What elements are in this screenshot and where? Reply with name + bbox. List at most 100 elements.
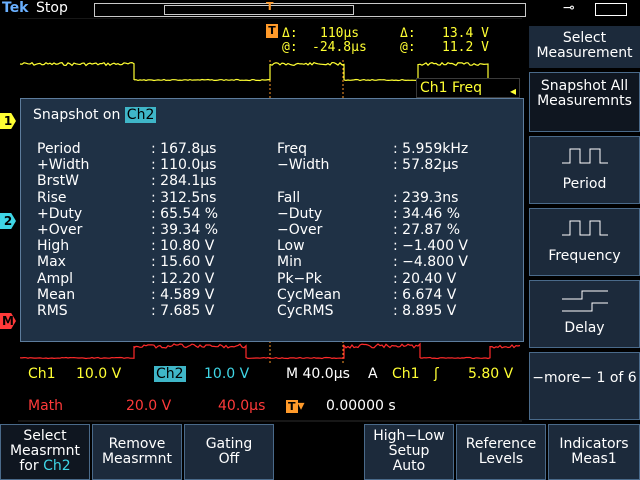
bm1-line2: Measrmnt xyxy=(101,451,173,467)
meas-value: : 39.34 % xyxy=(151,222,218,238)
meas-label: CycMean xyxy=(277,286,341,303)
meas-value: : 8.895 V xyxy=(393,303,457,319)
brand-text: Tek xyxy=(2,0,29,16)
period-icon xyxy=(561,148,608,164)
math-scale: 20.0 V xyxy=(126,398,172,414)
math-label: Math xyxy=(28,398,64,414)
battery-icon xyxy=(595,3,627,16)
cursor-readout: Δ: 110µs @: -24.8µs Δ: 13.4 V @: 11.2 V xyxy=(266,20,496,58)
meas-value: : 284.1µs xyxy=(151,173,217,190)
meas-label: −Width xyxy=(277,157,330,174)
bm0-line2: Measrmnt xyxy=(9,443,81,459)
trigger-position-icon: T xyxy=(266,0,274,13)
bottom-menu-gap xyxy=(276,424,362,480)
meas-label: RMS xyxy=(37,303,68,319)
trigger-type: A xyxy=(368,366,378,382)
bm3-line3: Auto xyxy=(392,458,426,474)
meas-value: : 15.60 V xyxy=(151,254,215,271)
at-time-value: -24.8µs xyxy=(312,40,367,55)
rising-edge-icon: ʃ xyxy=(434,366,439,382)
meas-value: : 312.5ns xyxy=(151,189,217,206)
trigger-badge-icon: T xyxy=(266,24,278,38)
reference-levels-button[interactable]: Reference Levels xyxy=(456,424,546,480)
bm3-line2: Setup xyxy=(388,443,430,459)
bm4-line2: Levels xyxy=(478,451,524,467)
meas-label: BrstW xyxy=(37,173,79,190)
snapshot-panel: Snapshot on Ch2 Period: 167.8µs +Width: 1… xyxy=(20,98,524,342)
meas-label: +Over xyxy=(37,222,83,238)
meas-label: −Over xyxy=(277,222,323,238)
bm5-line2: Meas1 xyxy=(571,451,617,467)
frequency-label: Frequency xyxy=(548,248,621,264)
meas-label: −Duty xyxy=(277,205,323,222)
delay-button[interactable]: Delay xyxy=(529,280,640,348)
meas-label: Fall xyxy=(277,189,301,206)
gating-button[interactable]: Gating Off xyxy=(184,424,274,480)
period-button[interactable]: Period xyxy=(529,136,640,204)
bm2-line1: Gating xyxy=(205,436,253,452)
high-low-setup-button[interactable]: High−Low Setup Auto xyxy=(364,424,454,480)
bm1-line1: Remove xyxy=(108,436,166,452)
select-measrmnt-for-ch2-button[interactable]: Select Measrmnt for Ch2 xyxy=(0,424,90,480)
acquisition-status: Stop xyxy=(36,0,68,16)
meas-label: Ampl xyxy=(37,270,73,287)
meas-value: : 167.8µs xyxy=(151,141,217,157)
trigger-position-icon-bottom: T ▾ xyxy=(286,398,305,414)
meas-label: Pk−Pk xyxy=(277,270,322,287)
delta-volt-label: Δ: xyxy=(400,26,416,41)
snapshot-all-button[interactable]: Snapshot All Measuremnts xyxy=(529,72,640,132)
at-time-label: @: xyxy=(282,40,298,55)
frequency-button[interactable]: Frequency xyxy=(529,208,640,276)
record-window-indicator xyxy=(164,5,354,15)
ch2-label: Ch2 xyxy=(154,366,186,382)
trigger-level: 5.80 V xyxy=(468,366,514,382)
meas-value: : 6.674 V xyxy=(393,286,457,303)
more-label: −more− 1 of 6 xyxy=(532,370,637,386)
meas-label: Low xyxy=(277,238,305,255)
meas-value: : 10.80 V xyxy=(151,238,215,255)
ch1-scale: 10.0 V xyxy=(76,366,122,382)
ch2-marker[interactable]: 2 xyxy=(0,213,16,229)
meas-label: Max xyxy=(37,254,66,271)
delay-label: Delay xyxy=(564,320,605,336)
indicators-button[interactable]: Indicators Meas1 xyxy=(548,424,640,480)
select-measurement-button[interactable]: Select Measurement xyxy=(529,26,640,68)
meas-label: Rise xyxy=(37,189,67,206)
meas-value: : −1.400 V xyxy=(393,238,469,255)
bm5-line1: Indicators xyxy=(559,436,629,452)
meas-label: +Width xyxy=(37,157,90,174)
select-measurement-label: Select Measurement xyxy=(536,30,633,61)
meas-value: : 110.0µs xyxy=(151,157,217,174)
meas-value: : 5.959kHz xyxy=(393,141,469,157)
at-volt-value: 11.2 V xyxy=(442,40,489,55)
meas-value: : 34.46 % xyxy=(393,205,460,222)
frequency-icon xyxy=(561,220,608,236)
ch1-marker[interactable]: 1 xyxy=(0,113,16,129)
delta-volt-value: 13.4 V xyxy=(442,26,489,41)
snapshot-title-text: Snapshot on xyxy=(33,107,121,123)
meas-label: Min xyxy=(277,254,302,271)
meas-value: : 27.87 % xyxy=(393,222,460,238)
ch2-tag: Ch2 xyxy=(154,366,186,382)
bm3-line1: High−Low xyxy=(373,428,445,444)
bm4-line1: Reference xyxy=(465,436,537,452)
snapshot-channel-badge: Ch2 xyxy=(124,107,157,123)
left-arrow-icon: ◂ xyxy=(510,84,517,98)
brand-logo: Tek xyxy=(2,0,29,16)
meas-value: : −4.800 V xyxy=(393,254,469,271)
delta-time-value: 110µs xyxy=(320,26,360,41)
right-menu-header: ⊸ xyxy=(529,0,640,18)
bm0-line3: for xyxy=(19,458,39,474)
meas-value: : 4.589 V xyxy=(151,286,215,303)
remove-measrmnt-button[interactable]: Remove Measrmnt xyxy=(92,424,182,480)
meas-label: Mean xyxy=(37,286,76,303)
meas-value: : 12.20 V xyxy=(151,270,215,287)
delta-time-label: Δ: xyxy=(282,26,298,41)
at-volt-label: @: xyxy=(400,40,416,55)
math-time: 40.0µs xyxy=(218,398,266,414)
probe-icon: ⊸ xyxy=(563,0,575,16)
math-marker[interactable]: M xyxy=(0,313,16,329)
more-button[interactable]: −more− 1 of 6 xyxy=(529,352,640,420)
meas-value: : 7.685 V xyxy=(151,303,215,319)
bm0-line1: Select xyxy=(23,428,67,444)
